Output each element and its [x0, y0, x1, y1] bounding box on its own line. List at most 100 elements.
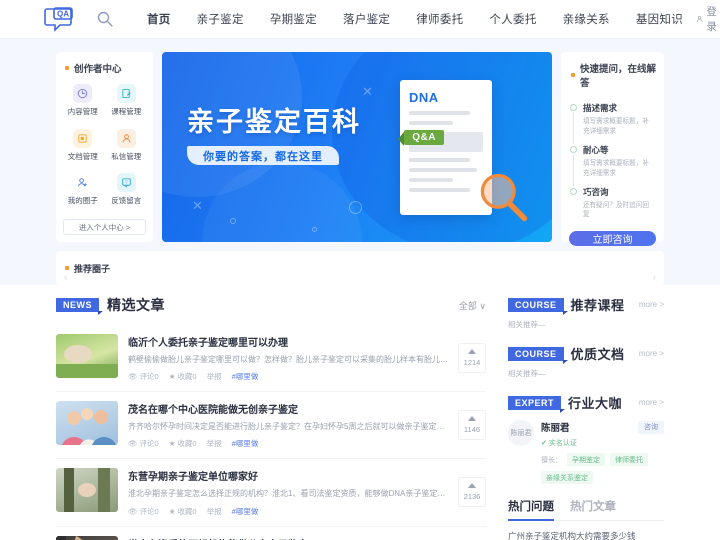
report-action[interactable]: 举报	[207, 506, 222, 517]
decor-circle-icon	[230, 218, 236, 224]
comment-action[interactable]: 👁 评论0	[128, 438, 159, 449]
avatar-text: 陈丽君	[510, 430, 532, 437]
decor-x-icon: ✕	[192, 198, 203, 213]
expert-tag[interactable]: 孕期鉴定	[567, 453, 605, 466]
article-row[interactable]: 东营孕期亲子鉴定单位哪家好 淮北孕期亲子鉴定怎么选择正规的机构？淮北1、看司法鉴…	[56, 459, 486, 527]
article-desc: 淮北孕期亲子鉴定怎么选择正规的机构？淮北1、看司法鉴定资质，能够做DNA亲子鉴定…	[128, 489, 448, 499]
expert-tag[interactable]: 律师委托	[610, 453, 648, 466]
favorite-label: 收藏0	[177, 439, 197, 449]
article-meta: 👁 评论0 ★ 收藏0 举报 #哪里做	[128, 438, 448, 449]
article-row[interactable]: 临沂个人委托亲子鉴定哪里可以办理 鹤壁偷偷做胎儿亲子鉴定哪里可以做？怎样做？胎儿…	[56, 325, 486, 393]
vote-count: 1214	[463, 358, 481, 368]
nav-item-0[interactable]: 首页	[134, 11, 184, 27]
sidebar-more-link[interactable]: more >	[639, 349, 664, 358]
consult-now-button[interactable]: 立即咨询	[569, 231, 656, 247]
step-title: 巧咨询	[583, 186, 609, 197]
article-row[interactable]: 茂名在哪个中心医院能做无创亲子鉴定 齐齐哈尔怀孕时间决定是否能进行胎儿亲子鉴定？…	[56, 392, 486, 460]
article-title[interactable]: 娄底有资质的正规机构能做公安亲子鉴定	[128, 536, 448, 540]
vote-box[interactable]: 1214	[458, 343, 486, 374]
consult-panel: 快速提问，在线解答 描述需求 填写需求概要标题，补充详细需求 耐心等 填写需求概…	[561, 52, 664, 247]
doc-line	[409, 111, 470, 115]
article-tag[interactable]: #哪里做	[232, 506, 259, 517]
article-title[interactable]: 茂名在哪个中心医院能做无创亲子鉴定	[128, 401, 448, 416]
consult-step: 描述需求 填写需求概要标题，补充详细需求	[569, 102, 656, 144]
report-action[interactable]: 举报	[207, 438, 222, 449]
creator-icon-grid: 内容管理 课程管理 文档管理 私信管理 我的圈子 ? 反馈留言	[63, 84, 146, 212]
course-badge: COURSE	[508, 297, 568, 315]
nav-item-7[interactable]: 基因知识	[623, 11, 696, 27]
report-action[interactable]: 举报	[207, 371, 222, 382]
step-line	[573, 112, 574, 144]
sidebar-more-link[interactable]: more >	[639, 300, 664, 309]
article-thumbnail	[56, 468, 118, 513]
creator-item-content[interactable]: 内容管理	[63, 84, 103, 123]
top-row: 创作者中心 内容管理 课程管理 文档管理 私信管理 我的圈子 ? 反馈留言 进入…	[0, 52, 720, 247]
article-tag[interactable]: #哪里做	[232, 371, 259, 382]
main-content: NEWS 精选文章 全部 ∨ 临沂个人委托亲子鉴定哪里可以办理 鹤壁偷偷做胎儿亲…	[0, 285, 720, 540]
step-desc: 还有疑问？及时追问回复	[583, 201, 649, 219]
article-tag[interactable]: #哪里做	[232, 438, 259, 449]
consult-step: 耐心等 填写需求概要标题，补充详细需求	[569, 144, 656, 186]
expert-card[interactable]: 陈丽君 陈丽君 咨询 ✔ 实名认证 擅长： 孕期鉴定 律师委托 亲缘关系鉴定	[508, 420, 664, 484]
favorite-action[interactable]: ★ 收藏0	[169, 371, 197, 382]
creator-item-circle[interactable]: 我的圈子	[63, 173, 103, 212]
step-line	[573, 153, 574, 186]
star-icon: ★	[168, 372, 176, 382]
vote-box[interactable]: 2136	[458, 477, 486, 508]
nav-item-2[interactable]: 孕期鉴定	[257, 11, 330, 27]
tab-hot-articles[interactable]: 热门文章	[570, 498, 616, 520]
doc-line	[409, 178, 454, 182]
nav-item-3[interactable]: 落户鉴定	[330, 11, 403, 27]
search-icon[interactable]	[96, 10, 114, 28]
tab-hot-questions[interactable]: 热门问题	[508, 498, 554, 521]
article-title[interactable]: 东营孕期亲子鉴定单位哪家好	[128, 468, 448, 483]
doc-line	[409, 121, 454, 125]
sidebar-column: COURSE 推荐课程 more > 相关推荐— COURSE 优质文档 mor…	[508, 295, 664, 540]
creator-item-doc[interactable]: 文档管理	[63, 128, 103, 168]
sidebar-more-link[interactable]: more >	[639, 398, 664, 407]
nav-item-5[interactable]: 个人委托	[476, 11, 549, 27]
decor-circle-icon	[349, 201, 362, 214]
consult-steps: 描述需求 填写需求概要标题，补充详细需求 耐心等 填写需求概要标题，补充详细需求	[569, 102, 656, 227]
edit-doc-icon	[116, 84, 136, 103]
comment-action[interactable]: 👁 评论0	[128, 506, 159, 517]
enter-personal-center-button[interactable]: 进入个人中心 >	[63, 219, 146, 235]
step-title: 耐心等	[583, 144, 609, 155]
article-row[interactable]: 娄底有资质的正规机构能做公安亲子鉴定 郴州一男多人生的孩子是亲子关系做的一次，上…	[56, 527, 486, 540]
step-marker	[569, 144, 578, 186]
carousel-next-icon[interactable]: ›	[653, 272, 656, 283]
svg-text:?: ?	[125, 180, 128, 185]
expert-tag[interactable]: 亲缘关系鉴定	[541, 471, 593, 484]
site-logo[interactable]: QA	[44, 6, 78, 32]
nav-item-4[interactable]: 律师委托	[403, 11, 476, 27]
comment-action[interactable]: 👁 评论0	[128, 371, 159, 382]
nav-item-6[interactable]: 亲缘关系	[550, 11, 623, 27]
articles-filter-dropdown[interactable]: 全部 ∨	[459, 299, 486, 312]
creator-item-feedback[interactable]: ? 反馈留言	[107, 173, 147, 212]
top-section: 创作者中心 内容管理 课程管理 文档管理 私信管理 我的圈子 ? 反馈留言 进入…	[0, 39, 720, 285]
expert-consult-button[interactable]: 咨询	[638, 420, 664, 434]
check-circle-icon: ✔	[541, 440, 547, 447]
article-meta: 👁 评论0 ★ 收藏0 举报 #哪里做	[128, 371, 448, 382]
hot-list-item[interactable]: 广州亲子鉴定机构大约需要多少钱	[508, 530, 664, 540]
article-title[interactable]: 临沂个人委托亲子鉴定哪里可以办理	[128, 334, 448, 349]
nav-item-1[interactable]: 亲子鉴定	[184, 11, 257, 27]
bullet-icon	[65, 66, 69, 70]
sidebar-block-expert: EXPERT 行业大咖 more > 陈丽君 陈丽君 咨询 ✔ 实名认证 擅长：…	[508, 393, 664, 484]
sidebar-block-sub: 相关推荐—	[508, 320, 546, 329]
hero-banner[interactable]: ✕ ✕ ✕ 亲子鉴定百科 你要的答案，都在这里 DNA	[162, 52, 552, 242]
vote-box[interactable]: 1146	[458, 410, 486, 441]
creator-item-course[interactable]: 课程管理	[107, 84, 147, 123]
sidebar-block-header: EXPERT 行业大咖 more >	[508, 393, 664, 413]
login-link[interactable]: 登录	[706, 4, 719, 34]
favorite-action[interactable]: ★ 收藏0	[169, 506, 197, 517]
creator-item-message[interactable]: 私信管理	[107, 128, 147, 168]
arrow-up-icon	[468, 483, 476, 489]
banner-doc-title: DNA	[409, 90, 439, 105]
article-thumbnail	[56, 334, 118, 378]
step-circle-icon	[570, 145, 577, 153]
arrow-up-icon	[468, 349, 476, 355]
step-circle-icon	[570, 187, 577, 195]
carousel-prev-icon[interactable]: ‹	[64, 272, 67, 283]
favorite-action[interactable]: ★ 收藏0	[169, 438, 197, 449]
